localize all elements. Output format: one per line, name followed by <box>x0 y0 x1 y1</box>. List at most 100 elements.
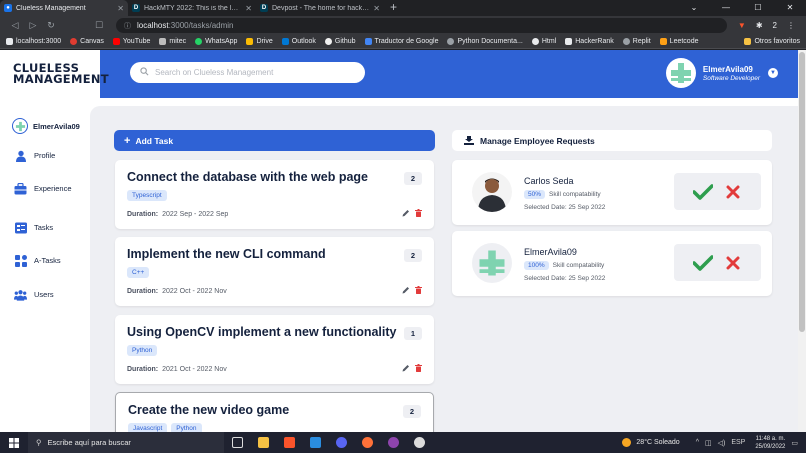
task-card[interactable]: Connect the database with the web page 2… <box>115 160 434 229</box>
task-tags: Python <box>127 345 161 356</box>
tab-search-icon[interactable]: ⌄ <box>678 0 710 16</box>
edit-pencil-icon[interactable] <box>402 364 410 372</box>
bookmark-item[interactable]: Python Documenta... <box>447 38 523 45</box>
close-tab-icon[interactable]: ✕ <box>245 4 252 13</box>
bookmark-star-icon[interactable]: ☐ <box>90 20 108 31</box>
minimize-button[interactable]: — <box>710 0 742 16</box>
bookmark-item[interactable]: YouTube <box>112 38 150 45</box>
chevron-up-icon[interactable]: ^ <box>696 439 699 446</box>
sidebar-user[interactable]: ElmerAvila09 <box>12 118 80 134</box>
firefox-icon[interactable] <box>354 432 380 453</box>
scrollbar-thumb[interactable] <box>799 52 805 332</box>
close-icon <box>726 256 739 269</box>
delete-trash-icon[interactable] <box>415 209 422 217</box>
delete-trash-icon[interactable] <box>415 364 422 372</box>
delete-trash-icon[interactable] <box>415 286 422 294</box>
bookmarks-bar: localhost:3000 Canvas YouTube mitec What… <box>0 35 806 49</box>
compat-percent-badge: 100% <box>524 261 549 270</box>
task-title: Create the new video game <box>128 403 290 417</box>
sidebar-item-profile[interactable]: Profile <box>14 149 55 162</box>
bookmark-item[interactable]: Html <box>531 38 557 45</box>
browser-tab[interactable]: D HackMTY 2022: This is the largest stud… <box>128 0 256 16</box>
language-indicator[interactable]: ESP <box>731 439 745 446</box>
bookmark-label: Html <box>541 38 557 45</box>
network-icon[interactable]: ◫ <box>705 439 712 447</box>
close-tab-icon[interactable]: ✕ <box>373 4 380 13</box>
task-view-icon[interactable] <box>224 432 250 453</box>
brave-icon[interactable] <box>276 432 302 453</box>
notifications-icon[interactable]: ▭ <box>791 439 798 447</box>
task-card[interactable]: Implement the new CLI command 2 C++ Dura… <box>115 237 434 306</box>
reject-button[interactable] <box>721 180 745 204</box>
reject-button[interactable] <box>721 251 745 275</box>
new-tab-button[interactable]: + <box>384 0 403 16</box>
chevron-down-icon[interactable]: ▼ <box>768 68 778 78</box>
profile-count[interactable]: 2 <box>773 21 777 30</box>
accept-button[interactable] <box>691 180 715 204</box>
forward-button[interactable]: ▷ <box>24 20 42 31</box>
bookmark-item[interactable]: Github <box>324 38 356 45</box>
discord-icon[interactable] <box>328 432 354 453</box>
bookmark-label: Github <box>334 38 356 45</box>
windows-start-button[interactable] <box>0 432 28 453</box>
bookmark-item[interactable]: WhatsApp <box>195 38 237 45</box>
obs-icon[interactable] <box>406 432 432 453</box>
bookmark-item[interactable]: Traductor de Google <box>364 38 438 45</box>
task-card[interactable]: Using OpenCV implement a new functionali… <box>115 315 434 384</box>
task-count-badge: 2 <box>404 249 422 262</box>
vscode-icon[interactable] <box>302 432 328 453</box>
bookmark-item[interactable]: mitec <box>159 38 186 45</box>
task-card-selected[interactable]: Create the new video game 2 Javascript P… <box>115 392 434 432</box>
task-title: Using OpenCV implement a new functionali… <box>127 325 397 339</box>
sidebar-item-experience[interactable]: Experience <box>14 182 72 195</box>
bookmark-item[interactable]: localhost:3000 <box>6 38 61 45</box>
bookmark-item[interactable]: Replit <box>622 38 651 45</box>
bookmark-item[interactable]: Canvas <box>70 38 104 45</box>
clock[interactable]: 11:48 a. m. 25/09/2022 <box>755 435 785 451</box>
search-input[interactable] <box>155 68 355 77</box>
devpost-favicon-icon: D <box>132 4 140 12</box>
sidebar-item-users[interactable]: Users <box>14 288 54 301</box>
back-button[interactable]: ◁ <box>6 20 24 31</box>
bookmark-item[interactable]: Outlook <box>281 38 316 45</box>
skill-label: Skill compatability <box>552 262 605 269</box>
app-logo[interactable]: CLUELESS MANAGEMENT <box>0 50 109 98</box>
add-task-button[interactable]: + Add Task <box>114 130 435 151</box>
close-window-button[interactable]: ✕ <box>774 0 806 16</box>
bookmark-item[interactable]: Leetcode <box>659 38 698 45</box>
edit-pencil-icon[interactable] <box>402 286 410 294</box>
bookmark-item[interactable]: Drive <box>246 38 273 45</box>
close-tab-icon[interactable]: ✕ <box>117 4 124 13</box>
bookmark-item[interactable]: HackerRank <box>565 38 614 45</box>
duration-end: 2022 Nov <box>196 366 227 373</box>
sidebar-item-a-tasks[interactable]: A-Tasks <box>14 254 61 267</box>
reload-button[interactable]: ↻ <box>42 20 60 31</box>
brave-shield-icon[interactable]: ▼ <box>738 21 746 30</box>
volume-icon[interactable]: ◁) <box>718 439 726 447</box>
other-bookmarks[interactable]: Otros favoritos <box>744 38 800 45</box>
task-tags: Javascript Python <box>128 423 206 432</box>
edit-pencil-icon[interactable] <box>402 209 410 217</box>
accept-button[interactable] <box>691 251 715 275</box>
sidebar-item-tasks[interactable]: Tasks <box>14 221 53 234</box>
python-icon <box>447 38 455 45</box>
task-count-badge: 2 <box>403 405 421 418</box>
app-header: CLUELESS MANAGEMENT ElmerAvila09 Softwar… <box>0 50 798 98</box>
url-host: localhost <box>137 21 169 30</box>
user-menu[interactable]: ElmerAvila09 Software Developer ▼ <box>665 58 778 88</box>
file-explorer-icon[interactable] <box>250 432 276 453</box>
browser-tab-active[interactable]: ● Clueless Management ✕ <box>0 0 128 16</box>
taskbar-search[interactable]: ⚲ Escribe aquí para buscar <box>28 432 224 453</box>
task-duration: Duration: 2021 Oct - 2022 Nov <box>127 366 227 373</box>
maximize-button[interactable]: ☐ <box>742 0 774 16</box>
weather-widget[interactable]: 28°C Soleado <box>622 438 680 447</box>
info-icon[interactable]: ⓘ <box>124 21 131 31</box>
page-scrollbar[interactable] <box>798 50 806 432</box>
browser-tab[interactable]: D Devpost - The home for hackathons ✕ <box>256 0 384 16</box>
extensions-icon[interactable]: ✱ <box>756 21 763 30</box>
app-icon[interactable] <box>380 432 406 453</box>
bookmark-label: Replit <box>632 38 651 45</box>
url-field[interactable]: ⓘ localhost:3000/tasks/admin <box>116 18 727 33</box>
menu-icon[interactable]: ⋮ <box>787 21 795 30</box>
request-card: Carlos Seda 50% Skill compatability Sele… <box>452 160 772 225</box>
